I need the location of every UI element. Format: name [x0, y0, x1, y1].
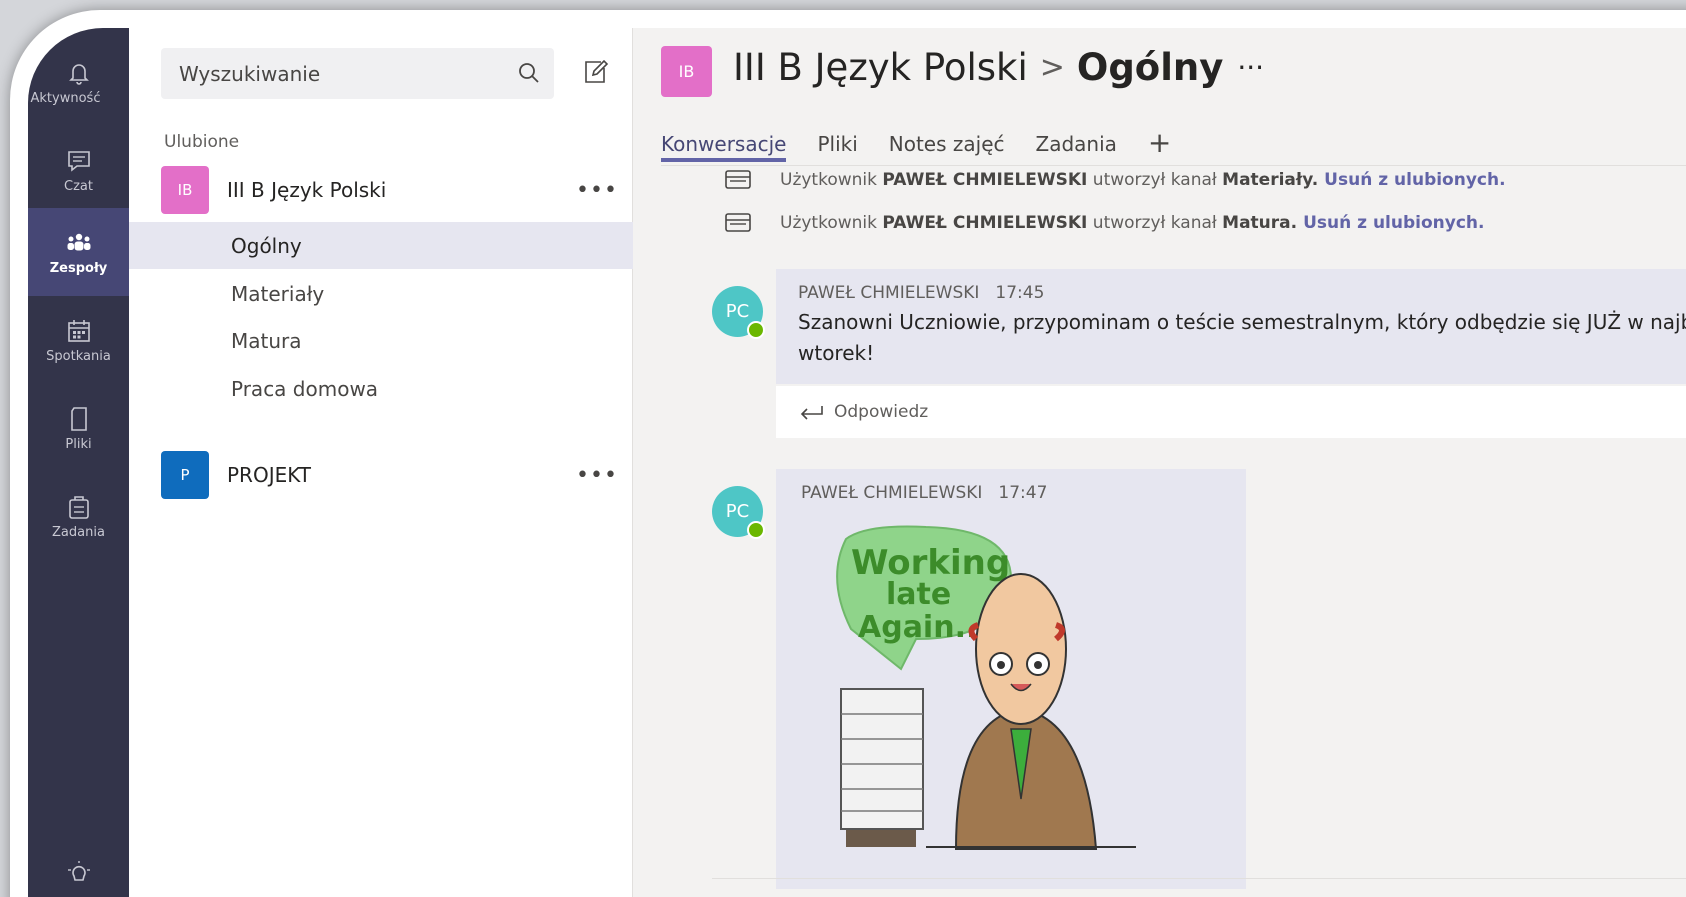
team-name: III B Język Polski [227, 178, 387, 202]
teams-list-panel: Wyszukiwanie Ulubione IB III B Język Pol… [129, 28, 633, 897]
team-row[interactable]: P PROJEKT ••• [129, 447, 633, 503]
team-avatar: IB [661, 46, 712, 97]
compose-icon[interactable] [581, 58, 609, 86]
presence-available-icon [747, 521, 765, 539]
search-input[interactable]: Wyszukiwanie [161, 48, 554, 99]
channel-more-button[interactable]: ··· [1237, 51, 1264, 84]
divider [661, 165, 1686, 166]
system-action: utworzył kanał [1092, 170, 1217, 190]
rail-label: Zadania [52, 524, 105, 540]
channel-item-praca-domowa[interactable]: Praca domowa [129, 365, 633, 412]
tab-notes[interactable]: Notes zajęć [889, 132, 1005, 162]
favorites-label: Ulubione [164, 132, 240, 152]
tab-pliki[interactable]: Pliki [817, 132, 857, 162]
reply-button[interactable]: Odpowiedz [776, 386, 1686, 438]
channel-item-materialy[interactable]: Materiały [129, 270, 633, 317]
sticker-text-line: late [886, 577, 951, 612]
channel-card-icon [725, 170, 751, 189]
page-title: Ogólny [1076, 46, 1224, 89]
channel-tabs: Konwersacje Pliki Notes zajęć Zadania + [661, 126, 1171, 162]
avatar-initials: PC [725, 301, 750, 322]
system-message: Użytkownik PAWEŁ CHMIELEWSKI utworzył ka… [724, 212, 1484, 234]
add-tab-button[interactable]: + [1148, 129, 1171, 162]
rail-item-meetings[interactable]: Spotkania [28, 296, 129, 384]
teams-icon [67, 233, 90, 250]
chat-icon [67, 150, 90, 172]
avatar[interactable]: PC [712, 286, 765, 339]
channel-item-ogolny[interactable]: Ogólny [129, 222, 633, 269]
avatar-initials: PC [725, 501, 750, 522]
team-row[interactable]: IB III B Język Polski ••• [129, 162, 633, 218]
search-placeholder: Wyszukiwanie [179, 61, 321, 86]
rail-item-activity[interactable]: Aktywność [28, 38, 129, 126]
breadcrumb: III B Język Polski > Ogólny ··· [733, 46, 1264, 89]
team-avatar: IB [161, 166, 209, 214]
tab-zadania[interactable]: Zadania [1036, 132, 1117, 162]
system-message: Użytkownik PAWEŁ CHMIELEWSKI utworzył ka… [724, 169, 1506, 191]
avatar[interactable]: PC [712, 486, 765, 539]
system-prefix: Użytkownik [780, 213, 877, 233]
rail-label: Aktywność [30, 90, 101, 106]
rail-item-files[interactable]: Pliki [28, 384, 129, 472]
divider [712, 878, 1686, 879]
paper-stack-illustration [840, 688, 924, 847]
channel-item-matura[interactable]: Matura [129, 317, 633, 364]
rail-label: Pliki [65, 436, 92, 452]
channel-card-icon [725, 213, 751, 232]
app-rail: Aktywność Czat Zespoły Spotkania Pliki Z… [28, 28, 129, 897]
message-meta: PAWEŁ CHMIELEWSKI 17:47 [801, 483, 1221, 503]
system-channel: Materiały. [1222, 170, 1319, 190]
reply-icon [800, 406, 823, 420]
message-author: PAWEŁ CHMIELEWSKI [798, 283, 980, 303]
file-icon [70, 406, 87, 431]
sticker-text-line: Again... [858, 610, 989, 645]
tab-konwersacje[interactable]: Konwersacje [661, 132, 787, 162]
window-frame: Aktywność Czat Zespoły Spotkania Pliki Z… [10, 10, 1686, 897]
reply-label: Odpowiedz [834, 402, 929, 422]
message-time: 17:47 [998, 483, 1048, 503]
rail-item-assignments[interactable]: Zadania [28, 472, 129, 560]
message-text: Szanowni Uczniowie, przypominam o teście… [798, 310, 1686, 365]
teams-app: Aktywność Czat Zespoły Spotkania Pliki Z… [28, 28, 1686, 897]
rail-item-chat[interactable]: Czat [28, 126, 129, 214]
system-prefix: Użytkownik [780, 170, 877, 190]
assignments-icon [68, 495, 89, 519]
message-meta: PAWEŁ CHMIELEWSKI 17:45 [798, 283, 1686, 303]
team-avatar: P [161, 451, 209, 499]
rail-label: Spotkania [46, 348, 111, 364]
system-channel: Matura. [1222, 213, 1298, 233]
system-user: PAWEŁ CHMIELEWSKI [882, 170, 1088, 190]
rail-item-help[interactable] [28, 860, 129, 897]
team-name: PROJEKT [227, 463, 312, 487]
rail-label: Zespoły [49, 260, 108, 276]
breadcrumb-team[interactable]: III B Język Polski [733, 46, 1028, 89]
system-user: PAWEŁ CHMIELEWSKI [882, 213, 1088, 233]
message-card: PAWEŁ CHMIELEWSKI 17:45 Szanowni Uczniowi… [776, 269, 1686, 384]
message-author: PAWEŁ CHMIELEWSKI [801, 483, 983, 503]
search-icon[interactable] [516, 60, 542, 86]
system-action: utworzył kanał [1092, 213, 1217, 233]
team-more-button[interactable]: ••• [576, 463, 618, 488]
bell-icon [68, 63, 89, 85]
rail-label: Czat [64, 178, 93, 194]
breadcrumb-separator: > [1039, 50, 1065, 85]
presence-available-icon [747, 321, 765, 339]
message-card: PAWEŁ CHMIELEWSKI 17:47 Working late Agai… [776, 469, 1246, 889]
rail-item-teams[interactable]: Zespoły [28, 208, 129, 296]
team-more-button[interactable]: ••• [576, 178, 618, 203]
lightbulb-icon [67, 861, 90, 881]
remove-favorite-link[interactable]: Usuń z ulubionych. [1324, 170, 1505, 190]
working-late-sticker: Working late Again... [836, 525, 1136, 850]
message-time: 17:45 [995, 283, 1045, 303]
calendar-icon [67, 319, 90, 342]
channel-main: IB III B Język Polski > Ogólny ··· Konwe… [633, 28, 1686, 897]
remove-favorite-link[interactable]: Usuń z ulubionych. [1303, 213, 1484, 233]
